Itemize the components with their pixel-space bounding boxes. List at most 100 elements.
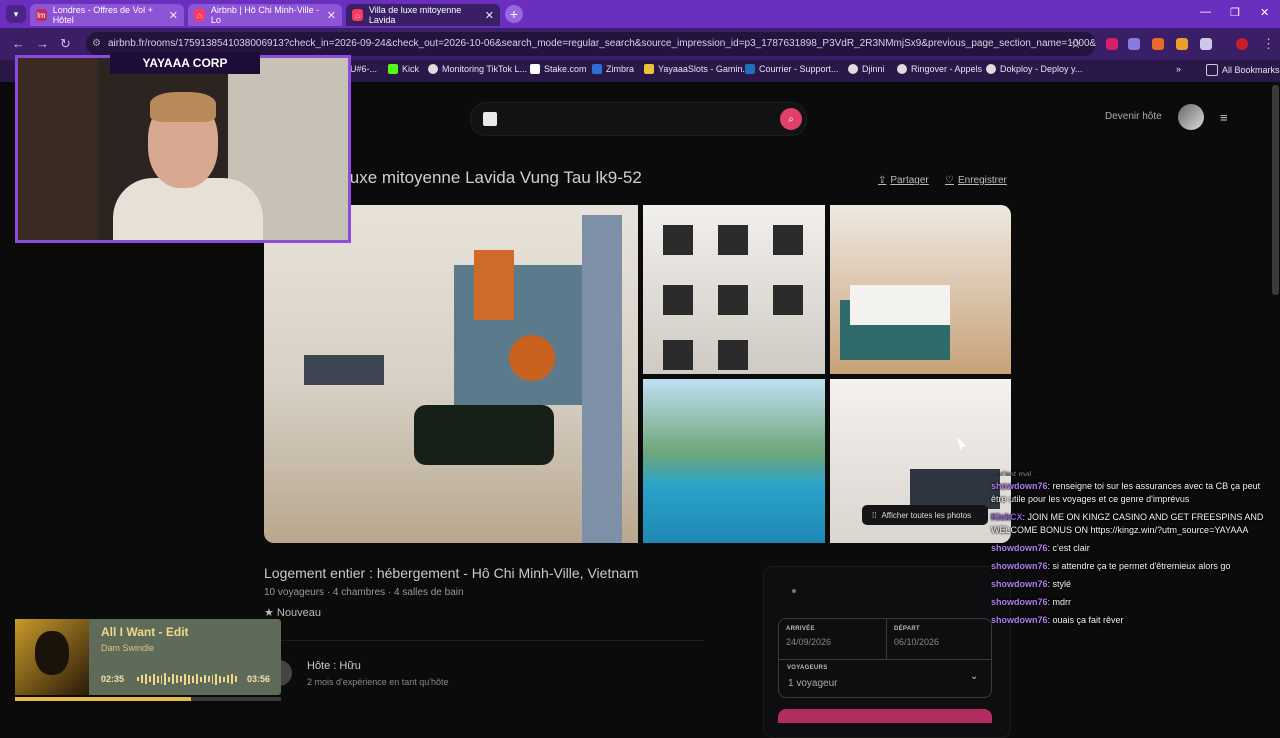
close-icon[interactable]: ✕ (485, 9, 494, 22)
waveform-bar (152, 673, 155, 685)
globe-icon (897, 64, 907, 74)
waveform-bar (191, 675, 194, 683)
listing-details: 10 voyageurs · 4 chambres · 4 salles de … (264, 587, 464, 598)
outlook-icon (745, 64, 755, 74)
close-window-icon[interactable]: ✕ (1260, 6, 1269, 19)
photo-living-room[interactable] (264, 205, 638, 543)
photo-building[interactable] (643, 205, 825, 374)
artist-name: Dam Swindle (101, 643, 155, 653)
bookmarks-overflow-icon[interactable]: » (1176, 64, 1181, 74)
bookmark-item[interactable]: Courrier - Support... (745, 64, 839, 74)
tab-londres[interactable]: lm Londres - Offres de Vol + Hôtel ✕ (30, 4, 184, 26)
waveform (137, 673, 237, 685)
profile-icon[interactable] (1236, 38, 1248, 50)
tab-search-button[interactable]: ▾ (6, 5, 26, 23)
waveform-bar (235, 676, 237, 682)
bookmark-item[interactable]: Ringover - Appels (897, 64, 982, 74)
song-title: All I Want - Edit (101, 625, 189, 639)
save-button[interactable]: ♡ Enregistrer (945, 175, 1007, 186)
guests-select[interactable]: 1 voyageur (788, 678, 837, 689)
chat-message: showdown76: si attendre ça te permet d'ê… (991, 561, 1231, 571)
maximize-icon[interactable]: ❐ (1230, 6, 1240, 19)
browser-menu-icon[interactable]: ⋮ (1262, 36, 1275, 52)
browser-tab-bar: ▾ lm Londres - Offres de Vol + Hôtel ✕ ⌂… (0, 0, 1280, 28)
listing-subtitle: Logement entier : hébergement - Hô Chi M… (264, 565, 639, 581)
back-icon[interactable]: ← (12, 36, 25, 51)
photo-pool[interactable] (643, 379, 825, 543)
tab-villa[interactable]: ⌂ Villa de luxe mitoyenne Lavida ✕ (346, 4, 500, 26)
music-progress (15, 697, 281, 701)
chat-message: showdown76: ouais ça fait rêver (991, 615, 1124, 625)
grid-icon: ⁞⁞ (872, 510, 877, 520)
bookmark-item[interactable]: Dokploy - Deploy y... (986, 64, 1082, 74)
waveform-bar (180, 676, 183, 682)
webcam-title: YAYAAA CORP (110, 52, 260, 74)
waveform-bar (199, 676, 202, 682)
reserve-button[interactable] (778, 709, 992, 723)
search-icon[interactable]: ⌕ (780, 108, 802, 130)
minimize-icon[interactable]: — (1200, 6, 1211, 18)
chat-message: showdown76: renseigne toi sur les assura… (991, 481, 1261, 504)
kick-icon (388, 64, 398, 74)
waveform-bar (176, 675, 179, 683)
close-icon[interactable]: ✕ (327, 9, 336, 22)
extension-icon[interactable] (1152, 38, 1164, 50)
globe-icon (428, 64, 438, 74)
globe-icon (986, 64, 996, 74)
airbnb-search-bar[interactable]: ⌕ (470, 102, 807, 136)
waveform-bar (148, 676, 151, 682)
new-badge: ★ Nouveau (264, 607, 321, 619)
chat-message: showdown76: mdrr (991, 597, 1072, 607)
bookmark-item[interactable]: Stake.com (530, 64, 587, 74)
all-bookmarks[interactable]: All Bookmarks (1206, 64, 1280, 76)
new-tab-button[interactable]: + (505, 5, 523, 23)
departure-label: DÉPART (894, 626, 921, 632)
waveform-bar (137, 677, 139, 681)
reload-icon[interactable]: ↻ (60, 36, 71, 52)
guests-label: VOYAGEURS (787, 665, 828, 671)
listing-title: luxe mitoyenne Lavida Vung Tau lk9-52 (346, 168, 642, 187)
waveform-bar (187, 674, 190, 684)
waveform-bar (219, 675, 222, 683)
site-info-icon[interactable]: ⚙ (92, 32, 101, 56)
close-icon[interactable]: ✕ (169, 9, 178, 22)
waveform-bar (223, 676, 226, 682)
chat-faded-line: ... c'est mal ... (991, 470, 1041, 476)
heart-icon: ♡ (945, 175, 954, 186)
bookmark-item[interactable]: Monitoring TikTok L... (428, 64, 527, 74)
photo-bedroom[interactable] (830, 205, 1011, 374)
tab-airbnb-search[interactable]: ⌂ Airbnb | Hô Chi Minh-Ville - Lo ✕ (188, 4, 342, 26)
bookmark-item[interactable]: YayaaaSlots - Gamin... (644, 64, 750, 74)
chevron-down-icon[interactable]: ⌄ (970, 671, 978, 682)
hamburger-menu-icon[interactable]: ≡ (1220, 110, 1228, 125)
waveform-bar (172, 674, 175, 684)
waveform-bar (140, 675, 143, 683)
become-host-link[interactable]: Devenir hôte (1105, 111, 1162, 122)
avatar[interactable] (1178, 104, 1204, 130)
extension-icon[interactable] (1106, 38, 1118, 50)
extensions-menu-icon[interactable] (1200, 38, 1212, 50)
bookmark-item[interactable]: U#6-... (350, 64, 377, 74)
page-scrollbar[interactable] (1272, 85, 1279, 295)
extension-icon[interactable] (1128, 38, 1140, 50)
bookmark-item[interactable]: Djinni (848, 64, 885, 74)
waveform-bar (227, 675, 230, 683)
chat-message: KickCX: JOIN ME ON KINGZ CASINO AND GET … (991, 512, 1264, 535)
music-progress-fill (15, 697, 191, 701)
bookmark-item[interactable]: Zimbra (592, 64, 634, 74)
chat-message: showdown76: c'est clair (991, 543, 1090, 553)
waveform-bar (164, 673, 167, 685)
arrival-date[interactable]: 24/09/2026 (786, 637, 831, 647)
bookmark-item[interactable]: Kick (388, 64, 419, 74)
departure-date[interactable]: 06/10/2026 (894, 637, 939, 647)
show-all-photos-button[interactable]: ⁞⁞ Afficher toutes les photos (862, 505, 988, 525)
extension-icon[interactable] (1176, 38, 1188, 50)
stake-icon (530, 64, 540, 74)
waveform-bar (195, 674, 198, 684)
waveform-bar (184, 673, 186, 685)
globe-icon (848, 64, 858, 74)
bookmark-star-icon[interactable]: ☆ (1070, 36, 1082, 52)
total-time: 03:56 (247, 674, 271, 684)
share-button[interactable]: ⇪ Partager (878, 175, 929, 186)
forward-icon[interactable]: → (36, 36, 49, 51)
